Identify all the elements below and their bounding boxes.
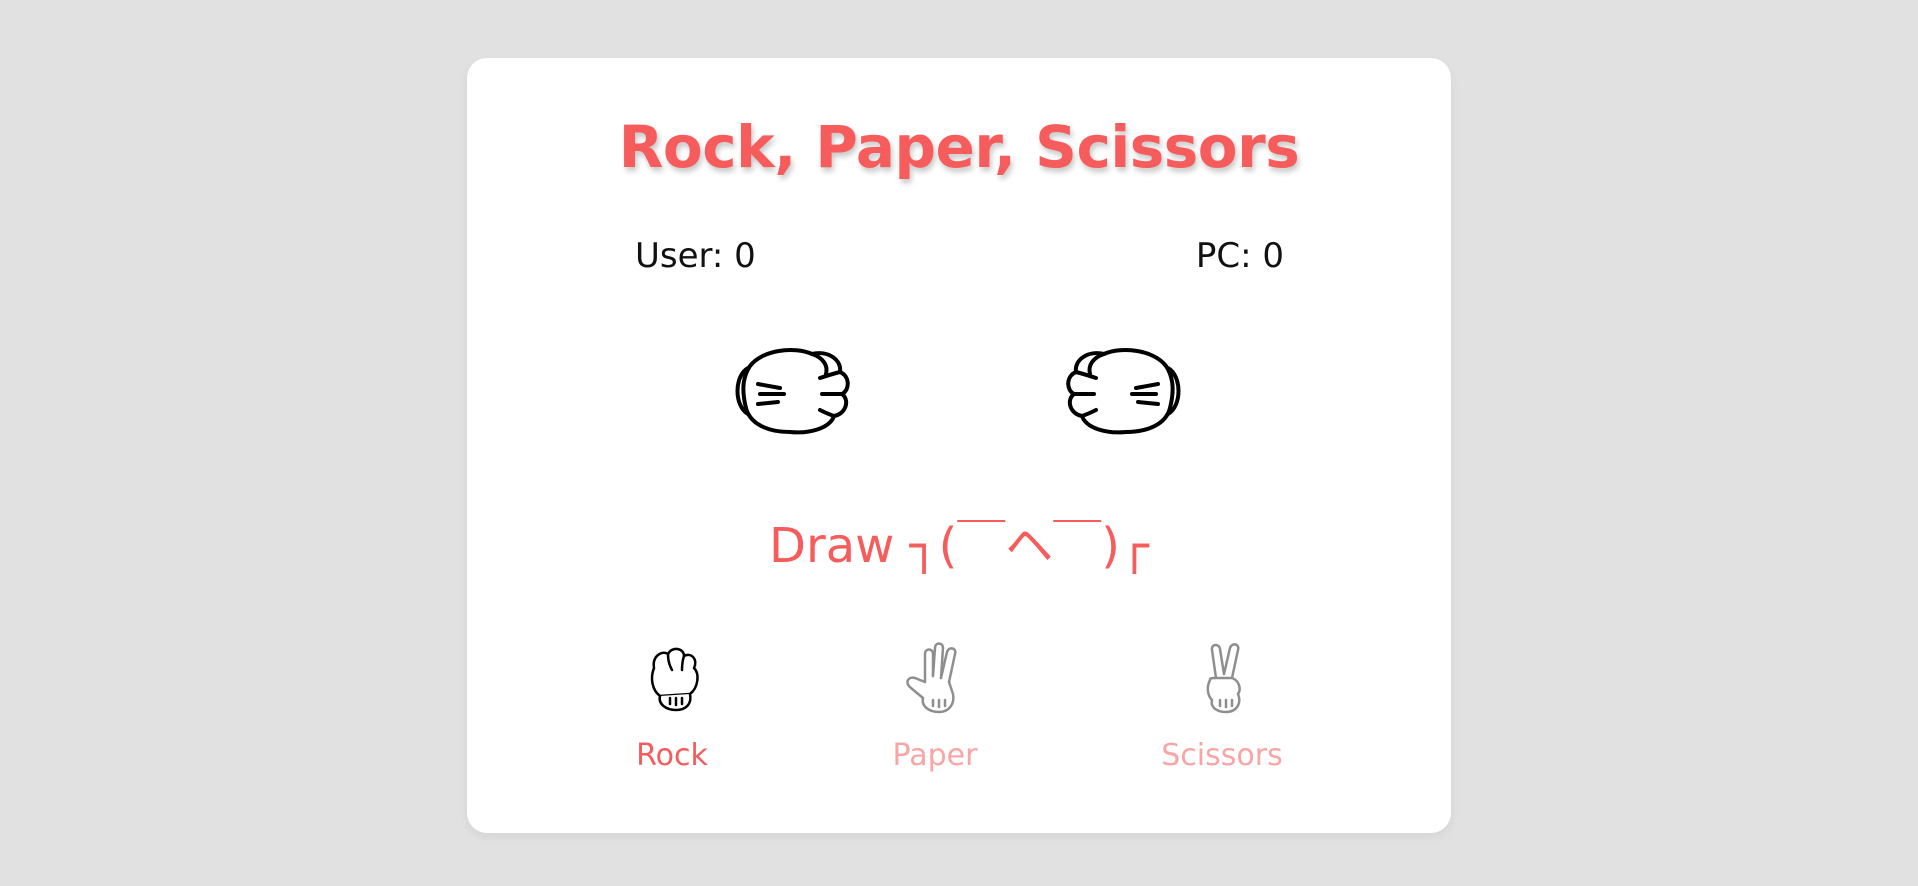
user-hand-fist-icon [732,328,872,448]
pc-score: PC: 0 [1195,236,1284,276]
pc-hand-fist-icon [1044,328,1184,448]
paper-choice-label: Paper [892,738,978,773]
rock-hand-icon [632,638,712,718]
paper-choice-button[interactable]: Paper [855,638,1015,788]
rock-choice-button[interactable]: Rock [592,638,752,788]
scissors-hand-icon [1182,638,1262,718]
rock-choice-label: Rock [636,738,708,773]
page-title: Rock, Paper, Scissors [618,113,1300,181]
result-message: Draw ┐(￣ヘ￣)┌ [769,518,1149,574]
scissors-choice-label: Scissors [1161,738,1283,773]
user-score: User: 0 [635,236,756,276]
scissors-choice-button[interactable]: Scissors [1142,638,1302,788]
paper-hand-icon [895,638,975,718]
game-card: Rock, Paper, Scissors User: 0 PC: 0 Draw… [467,58,1451,833]
